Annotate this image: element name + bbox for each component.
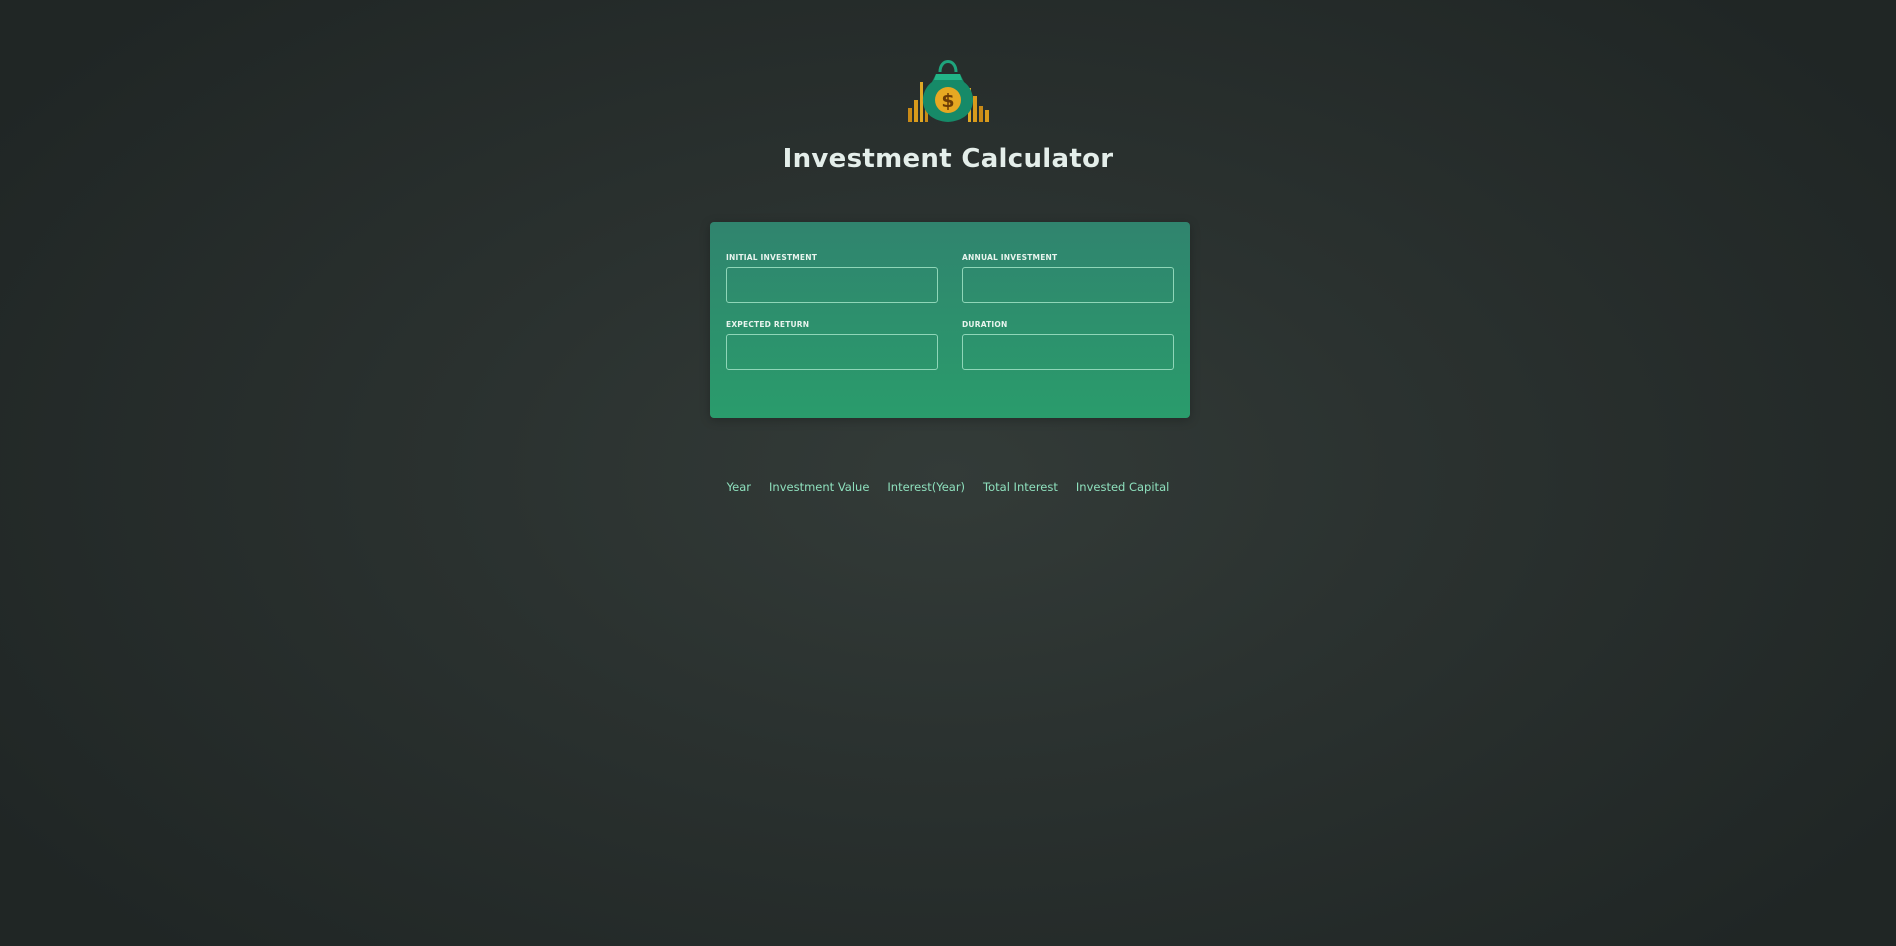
annual-investment-input[interactable] xyxy=(962,267,1174,303)
input-row: Initial Investment Annual Investment xyxy=(726,253,1174,303)
annual-investment-group: Annual Investment xyxy=(962,253,1174,303)
input-row: Expected Return Duration xyxy=(726,320,1174,370)
expected-return-group: Expected Return xyxy=(726,320,938,370)
duration-input[interactable] xyxy=(962,334,1174,370)
money-bag-icon: $ xyxy=(908,60,989,122)
column-header-investment-value: Investment Value xyxy=(769,480,870,494)
results-table: Year Investment Value Interest(Year) Tot… xyxy=(718,480,1179,494)
duration-group: Duration xyxy=(962,320,1174,370)
page-header: $ Investment Calculator xyxy=(0,52,1896,174)
expected-return-input[interactable] xyxy=(726,334,938,370)
svg-text:$: $ xyxy=(941,90,954,112)
page-title: Investment Calculator xyxy=(782,144,1114,174)
user-input-panel: Initial Investment Annual Investment Exp… xyxy=(710,222,1190,418)
initial-investment-group: Initial Investment xyxy=(726,253,938,303)
column-header-interest-year: Interest(Year) xyxy=(887,480,966,494)
annual-investment-label: Annual Investment xyxy=(962,253,1058,262)
column-header-total-interest: Total Interest xyxy=(983,480,1058,494)
column-header-year: Year xyxy=(726,480,752,494)
column-header-invested-capital: Invested Capital xyxy=(1075,480,1170,494)
duration-label: Duration xyxy=(962,320,1008,329)
initial-investment-label: Initial Investment xyxy=(726,253,818,262)
results-section: Year Investment Value Interest(Year) Tot… xyxy=(0,480,1896,494)
expected-return-label: Expected Return xyxy=(726,320,810,329)
results-header-row: Year Investment Value Interest(Year) Tot… xyxy=(718,480,1179,494)
initial-investment-input[interactable] xyxy=(726,267,938,303)
